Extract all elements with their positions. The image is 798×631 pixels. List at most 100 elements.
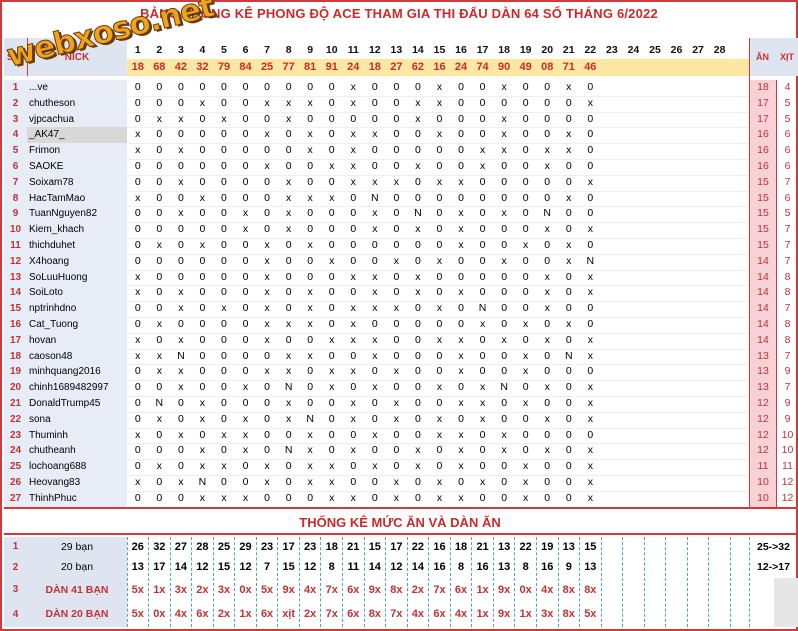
result-cell: 0: [544, 397, 551, 409]
result-number: 74: [476, 61, 489, 73]
result-cell: 0: [134, 444, 141, 457]
result-cell: 0: [177, 96, 184, 109]
result-cell: 0: [264, 397, 270, 409]
result-cell: 0: [199, 270, 206, 283]
result-cell: 0: [221, 381, 227, 394]
player-nick: TuanNguyen82: [27, 206, 127, 223]
result-cell: x: [264, 239, 270, 251]
row-number: 13: [4, 269, 27, 286]
row-number: 20: [4, 380, 27, 396]
result-cell: 0: [522, 81, 529, 93]
result-cell: 0: [134, 302, 141, 315]
result-cell: 0: [393, 270, 400, 283]
result-cell: 0: [501, 286, 508, 299]
footer-value: 2x: [217, 608, 231, 620]
player-nick: Heovang83: [27, 475, 127, 491]
result-cell: 0: [414, 318, 421, 330]
result-cell: 0: [199, 112, 206, 125]
player-nick: SoiLoto: [27, 285, 127, 302]
footer-value: 17: [282, 541, 295, 553]
result-cell: 0: [458, 476, 464, 488]
result-cell: 0: [544, 175, 551, 188]
result-cell: 0: [199, 254, 206, 267]
result-cell: 0: [242, 476, 249, 488]
footer-value: 7: [264, 561, 271, 573]
result-cell: x: [350, 128, 356, 141]
result-cell: 0: [436, 349, 443, 362]
result-cell: 0: [307, 175, 314, 188]
result-cell: 0: [393, 223, 400, 236]
result-cell: 0: [501, 318, 508, 330]
result-cell: x: [501, 144, 507, 157]
row-number: 10: [4, 222, 27, 238]
result-cell: 0: [285, 476, 292, 488]
footer-value: 32: [153, 541, 166, 553]
result-cell: 0: [134, 112, 141, 125]
result-cell: 0: [587, 81, 594, 93]
result-cell: 0: [307, 270, 314, 283]
result-cell: 0: [458, 412, 464, 425]
result-cell: 0: [285, 491, 292, 504]
result-cell: 0: [436, 444, 443, 457]
result-cell: 0: [242, 96, 249, 109]
result-cell: 0: [436, 239, 443, 251]
result-cell: 0: [501, 96, 508, 109]
result-cell: 0: [587, 128, 594, 141]
result-cell: 0: [479, 349, 486, 362]
result-cell: 0: [544, 96, 551, 109]
day-header: 16: [455, 44, 467, 56]
result-cell: x: [501, 81, 507, 93]
footer-value: 17: [153, 561, 166, 573]
result-cell: 0: [156, 81, 163, 93]
player-nick: X4hoang: [27, 253, 127, 270]
an-count: 12: [749, 443, 776, 460]
result-cell: x: [458, 333, 464, 346]
result-cell: 0: [501, 270, 508, 283]
result-cell: x: [285, 112, 292, 125]
result-cell: 0: [328, 397, 335, 409]
xit-count: 7: [776, 238, 798, 254]
footer-column-separator: [169, 537, 171, 627]
result-cell: 0: [522, 112, 529, 125]
footer-row-number: 1: [4, 537, 27, 557]
result-cell: 0: [242, 239, 249, 251]
result-cell: 0: [156, 254, 163, 267]
result-cell: 0: [587, 365, 594, 378]
result-cell: x: [458, 397, 464, 409]
result-cell: x: [393, 365, 399, 378]
result-cell: 0: [177, 444, 184, 457]
footer-value: 13: [584, 561, 597, 573]
result-cell: 0: [328, 302, 335, 315]
result-cell: 0: [479, 286, 486, 299]
result-cell: x: [350, 444, 356, 457]
result-cell: 0: [393, 460, 400, 473]
result-cell: 0: [501, 476, 508, 488]
result-cell: x: [587, 333, 593, 346]
row-number: 16: [4, 317, 27, 333]
result-cell: x: [587, 397, 593, 409]
result-number: 42: [174, 61, 187, 73]
footer-value: 4x: [541, 584, 554, 596]
footer-row-label: DÀN 20 BẠN: [27, 602, 127, 627]
result-number: 79: [217, 61, 231, 73]
result-cell: 0: [436, 365, 443, 378]
result-cell: 0: [177, 81, 184, 93]
result-cell: x: [285, 349, 292, 362]
result-cell: x: [458, 491, 464, 504]
result-cell: x: [436, 302, 443, 315]
result-cell: 0: [501, 491, 508, 504]
result-cell: 0: [307, 397, 314, 409]
result-cell: 0: [177, 160, 184, 172]
result-cell: 0: [544, 191, 551, 204]
result-cell: x: [264, 318, 270, 330]
result-cell: 0: [264, 175, 270, 188]
result-cell: x: [135, 476, 141, 488]
result-number: 08: [541, 61, 554, 73]
footer-value: 9x: [282, 584, 295, 596]
result-cell: 0: [134, 381, 141, 394]
result-cell: 0: [156, 381, 163, 394]
result-cell: 0: [544, 349, 551, 362]
row-number: 17: [4, 332, 27, 349]
day-header: 28: [713, 44, 726, 56]
result-cell: 0: [199, 286, 206, 299]
